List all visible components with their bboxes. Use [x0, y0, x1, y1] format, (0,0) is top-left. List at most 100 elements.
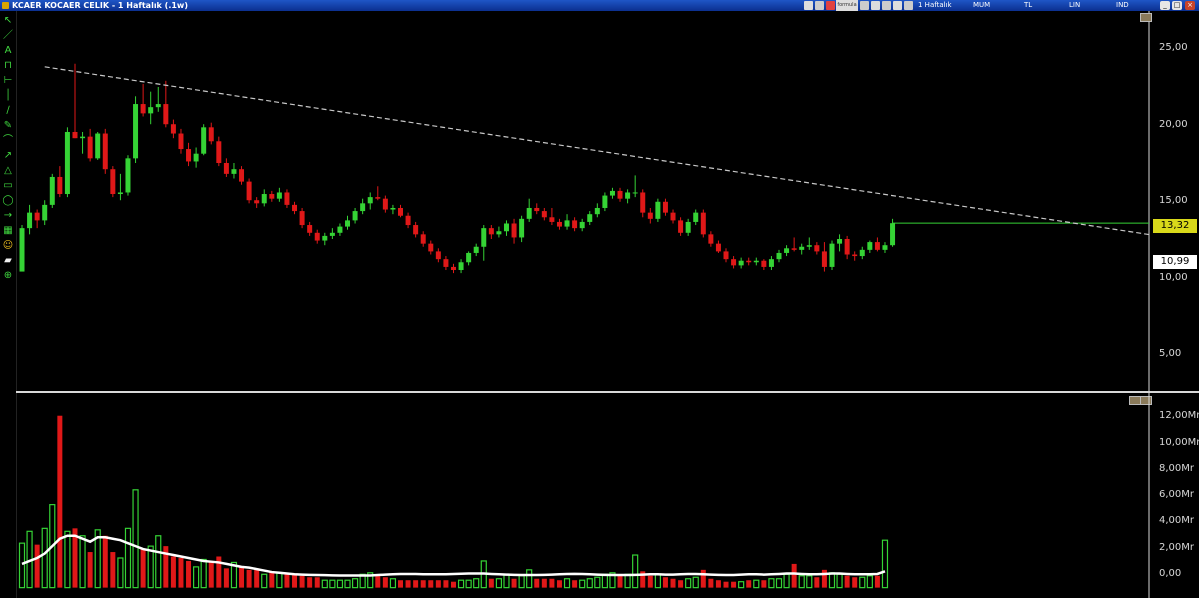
arrow-icon[interactable]: →: [2, 210, 14, 221]
pen-icon[interactable]: ✎: [2, 120, 14, 131]
volume-bar: [382, 577, 388, 588]
candle-body: [322, 235, 328, 241]
candle: [715, 240, 721, 253]
zoom-out-icon[interactable]: [893, 1, 902, 10]
candle-body: [837, 239, 843, 244]
candle: [874, 237, 880, 252]
candle-body: [488, 228, 494, 235]
compare-icon[interactable]: [860, 1, 869, 10]
candle: [193, 147, 199, 168]
trendline-icon[interactable]: ／: [2, 30, 14, 41]
indicator-selector[interactable]: IND: [1116, 0, 1129, 11]
text-icon[interactable]: A: [2, 45, 14, 56]
volume-chart[interactable]: [16, 392, 1151, 598]
maximize-button[interactable]: □: [1172, 1, 1182, 10]
volume-bar: [389, 578, 397, 589]
volume-bar: [654, 573, 661, 589]
candle-body: [874, 242, 880, 250]
candle-body: [594, 207, 600, 215]
channel-icon[interactable]: ⊓: [2, 60, 14, 71]
price-chart[interactable]: [16, 11, 1151, 391]
rectangle-icon[interactable]: ▭: [2, 180, 14, 191]
candle: [19, 225, 25, 272]
volume-bar: [87, 552, 93, 588]
candle: [148, 91, 154, 125]
horizontal-line-icon[interactable]: ⊢: [2, 75, 14, 86]
gann-icon[interactable]: ▦: [2, 225, 14, 236]
volume-bar: [874, 575, 880, 588]
candle: [466, 251, 472, 266]
volume-bar: [450, 581, 456, 588]
candle: [125, 155, 131, 196]
candle: [42, 200, 48, 226]
candle-body: [700, 212, 706, 235]
volume-bar: [549, 578, 555, 588]
candle-body: [821, 251, 827, 267]
candle-body: [284, 192, 290, 205]
candle: [746, 257, 752, 266]
volume-tick: 10,00Mr: [1159, 437, 1199, 448]
candle: [670, 209, 676, 224]
volume-bar: [852, 577, 858, 588]
volume-tick: 6,00Mr: [1159, 489, 1195, 500]
candle: [443, 256, 449, 271]
candle-type-selector[interactable]: MUM: [973, 0, 990, 11]
volume-bar: [314, 577, 320, 588]
currency-selector[interactable]: TL: [1024, 0, 1032, 11]
volume-bar: [678, 580, 684, 588]
indicator-icon[interactable]: [871, 1, 880, 10]
candle-body: [526, 207, 532, 219]
candle-body: [443, 259, 449, 267]
minimize-button[interactable]: _: [1160, 1, 1170, 10]
volume-bar: [798, 575, 805, 589]
arc-icon[interactable]: ⌒: [2, 135, 14, 146]
candle-body: [829, 243, 835, 267]
zoom-icon[interactable]: ⊕: [2, 270, 14, 281]
close-button[interactable]: ×: [1185, 1, 1195, 10]
trendline[interactable]: [44, 66, 1151, 262]
volume-bar: [534, 578, 540, 588]
candle: [617, 187, 623, 202]
cursor-icon[interactable]: ↖: [2, 15, 14, 26]
price-panel-settings-icon[interactable]: [1140, 13, 1152, 22]
chart-settings-icon[interactable]: [815, 1, 824, 10]
volume-bar: [124, 527, 132, 589]
scale-selector[interactable]: LIN: [1069, 0, 1080, 11]
candle: [405, 212, 411, 229]
candle-body: [435, 251, 441, 260]
candle-body: [19, 228, 25, 272]
candle-body: [148, 107, 154, 114]
vertical-line-icon[interactable]: │: [2, 90, 14, 101]
candle-body: [768, 259, 774, 267]
candle: [170, 119, 176, 139]
candle-body: [791, 248, 797, 250]
candle-body: [715, 243, 721, 252]
chart-type-icon[interactable]: [804, 1, 813, 10]
candle: [587, 211, 593, 226]
candle-body: [140, 104, 146, 114]
candle: [398, 204, 403, 218]
ray-icon[interactable]: ↗: [2, 150, 14, 161]
app-icon[interactable]: [2, 2, 9, 9]
candle-body: [753, 260, 759, 263]
fibonacci-icon[interactable]: ∕: [2, 105, 14, 116]
drawing-icon[interactable]: [826, 1, 835, 10]
volume-bar: [715, 580, 721, 588]
formula-button[interactable]: formula: [836, 0, 858, 11]
candle: [768, 256, 774, 271]
period-selector[interactable]: 1 Haftalık: [918, 0, 952, 11]
candle-body: [882, 245, 888, 250]
candle: [852, 251, 858, 261]
print-icon[interactable]: [904, 1, 913, 10]
ellipse-icon[interactable]: ◯: [2, 195, 14, 206]
smiley-icon[interactable]: ☺: [2, 240, 14, 251]
eraser-icon[interactable]: ▰: [2, 255, 14, 266]
candle: [549, 207, 555, 226]
candle: [503, 220, 509, 236]
triangle-icon[interactable]: △: [2, 165, 14, 176]
volume-bar: [731, 581, 737, 588]
zoom-in-icon[interactable]: [882, 1, 891, 10]
candle-body: [87, 136, 93, 159]
volume-moving-average: [21, 534, 886, 577]
candle: [284, 189, 290, 208]
